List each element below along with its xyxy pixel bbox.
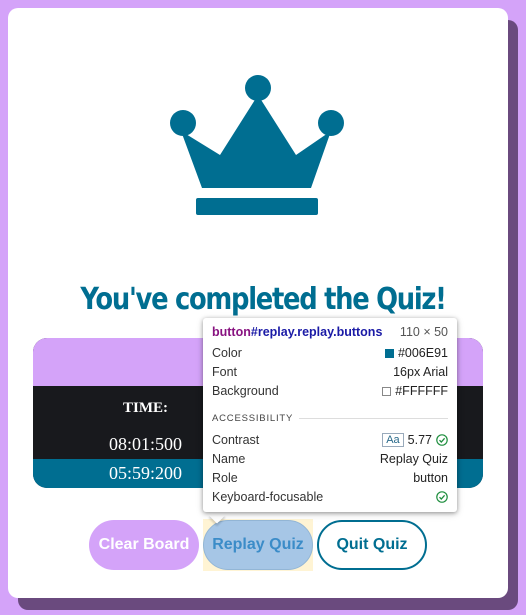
font-value: 16px Arial [393, 365, 448, 379]
font-label: Font [212, 365, 238, 379]
check-circle-icon [436, 491, 448, 503]
color-swatch-icon [384, 348, 394, 358]
tooltip-header: button#replay.replay.buttons 110 × 50 [212, 325, 448, 339]
devtools-inspector-tooltip: button#replay.replay.buttons 110 × 50 Co… [203, 318, 457, 512]
color-row: Color #006E91 [212, 346, 448, 360]
focusable-row: Keyboard-focusable [212, 490, 448, 504]
quit-quiz-button[interactable]: Quit Quiz [317, 520, 427, 570]
contrast-label: Contrast [212, 433, 260, 447]
background-swatch-icon [382, 386, 392, 396]
focusable-label: Keyboard-focusable [212, 490, 324, 504]
color-value: #006E91 [397, 346, 448, 360]
color-label: Color [212, 346, 242, 360]
check-circle-icon [436, 434, 448, 446]
contrast-row: Contrast Aa 5.77 [212, 433, 448, 447]
name-value: Replay Quiz [379, 452, 448, 466]
contrast-value: 5.77 [407, 433, 432, 447]
element-id-class: #replay.replay.buttons [250, 325, 383, 339]
crown-icon [170, 75, 344, 215]
contrast-sample-badge: Aa [382, 433, 404, 447]
completion-heading: You've completed the Quiz! [80, 282, 446, 317]
name-row: Name Replay Quiz [212, 452, 448, 466]
role-value: button [413, 471, 448, 485]
divider [299, 418, 448, 419]
action-buttons: Clear Board Replay Quiz Quit Quiz [0, 520, 526, 570]
font-row: Font 16px Arial [212, 365, 448, 379]
role-row: Role button [212, 471, 448, 485]
replay-quiz-button[interactable]: Replay Quiz [203, 520, 313, 570]
element-size: 110 × 50 [399, 325, 448, 339]
background-value: #FFFFFF [395, 384, 448, 398]
role-label: Role [212, 471, 238, 485]
element-selector: button#replay.replay.buttons [212, 325, 382, 339]
name-label: Name [212, 452, 246, 466]
element-tag: button [212, 325, 251, 339]
accessibility-heading: ACCESSIBILITY [212, 413, 294, 424]
background-row: Background #FFFFFF [212, 384, 448, 398]
background-label: Background [212, 384, 279, 398]
accessibility-section: ACCESSIBILITY [212, 413, 448, 424]
clear-board-button[interactable]: Clear Board [89, 520, 199, 570]
